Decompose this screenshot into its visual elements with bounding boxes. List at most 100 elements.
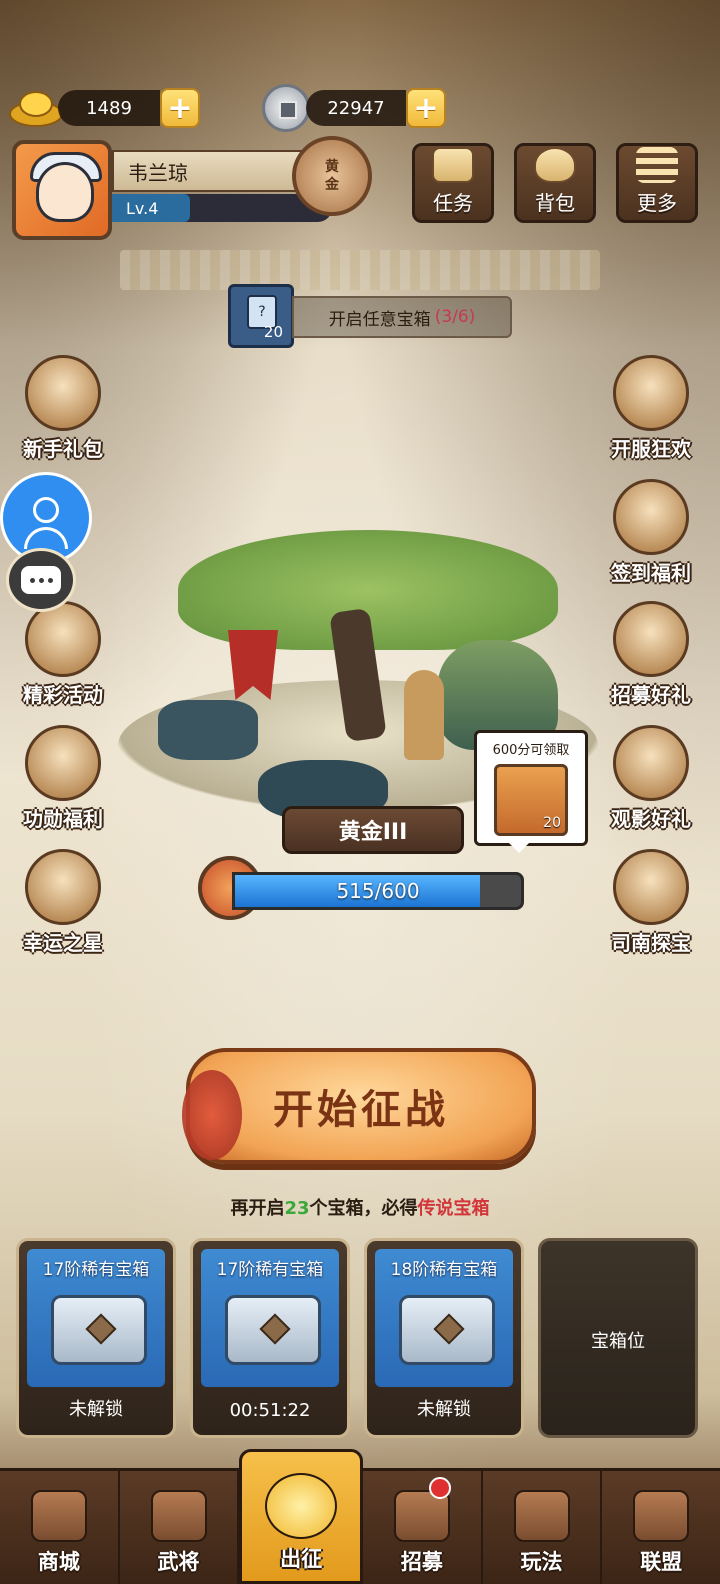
- nav-label: 玩法: [520, 1550, 563, 1574]
- nav-alliance[interactable]: 联盟: [602, 1471, 720, 1584]
- nav-label: 出征: [280, 1547, 323, 1571]
- side-label: 幸运之星: [23, 931, 103, 955]
- chest-hint-count: 23: [284, 1198, 310, 1219]
- shop-icon: [30, 1490, 87, 1542]
- chest-slot-3[interactable]: 18阶稀有宝箱 未解锁: [364, 1238, 524, 1438]
- quest-card[interactable]: ? 20: [228, 284, 294, 348]
- pavilion-icon: [513, 1490, 570, 1542]
- user-icon: [33, 497, 59, 523]
- tasks-button[interactable]: 任务: [412, 143, 494, 223]
- side-label: 开服狂欢: [611, 437, 691, 461]
- gold-ingot-icon: [8, 84, 64, 128]
- nav-campaign[interactable]: 出征: [239, 1449, 364, 1584]
- nav-shop[interactable]: 商城: [0, 1471, 120, 1584]
- nav-recruit[interactable]: 招募: [363, 1471, 483, 1584]
- chest-hint-mid: 个宝箱，必得: [309, 1198, 418, 1219]
- chest-slot-2[interactable]: 17阶稀有宝箱 00:51:22: [190, 1238, 350, 1438]
- side-label: 功勋福利: [23, 807, 103, 831]
- chest-slot-label: 宝箱位: [591, 1331, 645, 1352]
- side-label: 新手礼包: [23, 437, 103, 461]
- avatar[interactable]: [12, 140, 112, 240]
- bag-icon: [534, 147, 576, 183]
- training-dummy: [404, 670, 444, 760]
- add-gold-button[interactable]: +: [160, 88, 200, 128]
- star-icon: [25, 849, 101, 925]
- side-label: 签到福利: [611, 561, 691, 585]
- chat-button[interactable]: [6, 548, 76, 612]
- chest-status: 未解锁: [417, 1399, 471, 1420]
- side-btn-checkin[interactable]: 签到福利: [596, 474, 706, 586]
- chest-title: 17阶稀有宝箱: [42, 1260, 150, 1280]
- more-label: 更多: [637, 191, 677, 215]
- quest-bar[interactable]: 开启任意宝箱 (3/6): [292, 296, 512, 338]
- quest-text: 开启任意宝箱: [328, 309, 431, 330]
- nav-label: 招募: [400, 1550, 443, 1574]
- side-btn-compass-treasure[interactable]: 司南探宝: [596, 844, 706, 956]
- rank-emblem-top: 黄: [325, 159, 339, 175]
- chest-hint-pre: 再开启: [230, 1198, 285, 1219]
- bag-button[interactable]: 背包: [514, 143, 596, 223]
- gift-bag-icon: [25, 601, 101, 677]
- side-btn-events[interactable]: 精彩活动: [8, 596, 118, 708]
- quest-card-count: 20: [263, 323, 283, 341]
- rank-name: 黄金III: [282, 806, 464, 854]
- side-btn-recruit-gift[interactable]: 招募好礼: [596, 596, 706, 708]
- gold-amount: 1489: [58, 90, 160, 126]
- rank-reward-bubble[interactable]: 600分可领取 20: [474, 730, 588, 853]
- seal-stamp-icon: [613, 479, 689, 555]
- side-label: 招募好礼: [611, 683, 691, 707]
- gong-icon: [265, 1473, 338, 1539]
- compass-icon: [613, 849, 689, 925]
- player-level: Lv.4: [126, 198, 159, 218]
- chest-hint-legend: 传说宝箱: [417, 1198, 490, 1219]
- chest-slot-1[interactable]: 17阶稀有宝箱 未解锁: [16, 1238, 176, 1438]
- hero-card-reward: 20: [494, 764, 568, 836]
- fortress-icon: [633, 1490, 690, 1542]
- hero-gift-icon: [25, 355, 101, 431]
- silver-coin-icon: [262, 84, 310, 132]
- silver-currency: 22947 +: [306, 88, 450, 128]
- side-btn-server-carnival[interactable]: 开服狂欢: [596, 350, 706, 462]
- score-text: 515/600: [336, 879, 420, 903]
- chest-icon: [399, 1295, 495, 1365]
- start-battle-button[interactable]: 开始征战: [182, 1048, 536, 1164]
- chest-title: 18阶稀有宝箱: [390, 1260, 498, 1280]
- silver-amount: 22947: [306, 90, 406, 126]
- nav-label: 商城: [37, 1550, 80, 1574]
- reward-count: 20: [543, 815, 561, 831]
- treasure-sack-icon: [25, 725, 101, 801]
- side-btn-newbie-pack[interactable]: 新手礼包: [8, 350, 118, 462]
- menu-icon: [636, 147, 678, 183]
- rank-emblem-bottom: 金: [325, 177, 339, 193]
- chest-hint: 再开启23个宝箱，必得传说宝箱: [0, 1194, 720, 1220]
- add-silver-button[interactable]: +: [406, 88, 446, 128]
- bag-label: 背包: [535, 191, 575, 215]
- score-progress-bar: 515/600: [232, 872, 524, 910]
- rock: [158, 700, 258, 760]
- tasks-label: 任务: [433, 191, 473, 215]
- chest-status: 未解锁: [69, 1399, 123, 1420]
- decorative-border: [120, 250, 600, 290]
- side-btn-merit[interactable]: 功勋福利: [8, 720, 118, 832]
- rank-emblem[interactable]: 黄 金: [292, 136, 372, 216]
- notification-dot: [428, 1477, 451, 1499]
- video-reel-icon: [613, 725, 689, 801]
- scroll-icon: [432, 147, 474, 183]
- side-label: 司南探宝: [611, 931, 691, 955]
- nav-label: 联盟: [640, 1550, 683, 1574]
- start-battle-label: 开始征战: [273, 1086, 449, 1133]
- side-btn-watch-ad[interactable]: 观影好礼: [596, 720, 706, 832]
- chest-timer: 00:51:22: [229, 1400, 311, 1421]
- nav-gameplay[interactable]: 玩法: [483, 1471, 603, 1584]
- more-button[interactable]: 更多: [616, 143, 698, 223]
- quest-progress: (3/6): [434, 307, 476, 327]
- side-btn-lucky-star[interactable]: 幸运之星: [8, 844, 118, 956]
- gold-currency: 1489 +: [58, 88, 206, 128]
- face-graphic: [36, 162, 94, 222]
- side-label: 观影好礼: [611, 807, 691, 831]
- reward-requirement: 600分可领取: [492, 743, 570, 758]
- chest-slot-empty[interactable]: 宝箱位: [538, 1238, 698, 1438]
- official-portrait-icon: [613, 355, 689, 431]
- nav-label: 武将: [157, 1550, 200, 1574]
- nav-generals[interactable]: 武将: [120, 1471, 240, 1584]
